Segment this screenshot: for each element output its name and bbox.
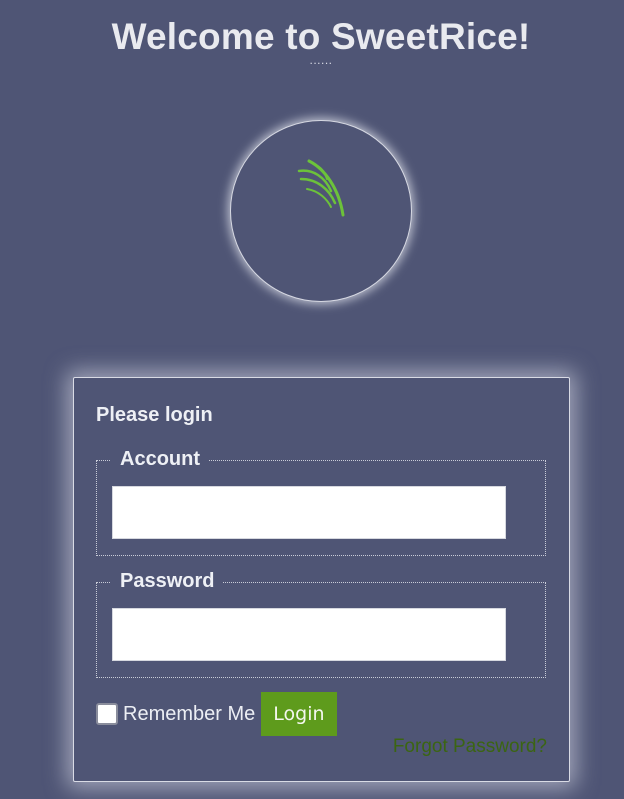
logo bbox=[230, 120, 412, 302]
account-legend: Account bbox=[111, 448, 209, 471]
login-button[interactable]: Login bbox=[261, 692, 337, 736]
title-dots: ...... bbox=[309, 53, 333, 67]
page-title: Welcome to SweetRice! bbox=[111, 16, 531, 57]
login-heading: Please login bbox=[96, 404, 213, 426]
login-panel: Please login Account Password Remember M… bbox=[73, 377, 570, 782]
account-input[interactable] bbox=[112, 486, 506, 539]
password-input[interactable] bbox=[112, 608, 506, 661]
rice-stalk-icon bbox=[297, 159, 345, 217]
forgot-password-link[interactable]: Forgot Password? bbox=[393, 736, 547, 758]
remember-row: Remember Me Login bbox=[96, 692, 337, 736]
password-fieldset: Password bbox=[96, 570, 546, 678]
remember-me-checkbox[interactable] bbox=[96, 703, 118, 725]
password-legend: Password bbox=[111, 570, 224, 593]
remember-me-label[interactable]: Remember Me bbox=[123, 703, 255, 726]
account-fieldset: Account bbox=[96, 448, 546, 556]
